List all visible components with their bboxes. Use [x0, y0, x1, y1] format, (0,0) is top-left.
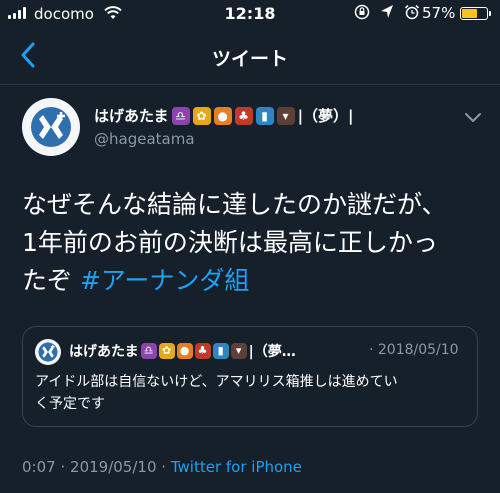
battery-icon — [460, 7, 491, 20]
chevron-down-icon[interactable] — [464, 112, 482, 124]
page-title: ツイート — [211, 48, 288, 70]
lion-icon: ● — [213, 106, 232, 125]
user-handle[interactable]: @hageatama — [94, 130, 195, 148]
tweet-text: なぜそんな結論に達したのか謎だが、 1年前のお前の決断は最高に正しかっ たぞ #… — [22, 186, 482, 300]
signal-bars-icon: ▮ — [255, 106, 274, 125]
tweet-source-link[interactable]: Twitter for iPhone — [171, 458, 302, 476]
display-name-text: はげあたま — [94, 107, 169, 125]
signal-bars-icon: ▮ — [212, 343, 229, 359]
tweet-text-line: なぜそんな結論に達したのか謎だが、 — [22, 190, 447, 219]
quoted-display-name-suffix: |（夢… — [248, 344, 296, 360]
quoted-text-line: アイドル部は自信ないけど、アマリリス箱推しは進めてい — [35, 374, 398, 390]
quoted-date: · 2018/05/10 — [369, 342, 459, 358]
rotation-lock-icon — [354, 4, 370, 20]
cherries-icon: ♣ — [234, 106, 253, 125]
bat-icon: ▾ — [230, 343, 247, 359]
quoted-text-line: く予定です — [35, 396, 105, 412]
display-name[interactable]: はげあたま ♎ ✿ ● ♣ ▮ ▾ |（夢）| — [94, 105, 354, 126]
cherries-icon: ♣ — [194, 343, 211, 359]
avatar-logo-icon — [38, 342, 58, 362]
battery-nub — [489, 11, 491, 16]
tweet-time: 0:07 — [22, 458, 56, 476]
quoted-display-name-text: はげあたま — [69, 344, 139, 360]
quoted-text: アイドル部は自信ないけど、アマリリス箱推しは進めてい く予定です — [35, 371, 465, 415]
sunflower-icon: ✿ — [192, 106, 211, 125]
quoted-tweet-card[interactable]: はげあたま ♎ ✿ ● ♣ ▮ ▾ |（夢… · 2018/05/10 アイドル… — [22, 326, 478, 427]
avatar[interactable] — [22, 98, 80, 156]
tweet-text-line: たぞ #アーナンダ組 — [22, 262, 482, 300]
meta-separator: · — [60, 458, 66, 476]
battery-percent: 57% — [422, 4, 456, 22]
display-name-suffix: |（夢）| — [297, 107, 354, 125]
header-divider — [0, 84, 500, 85]
quoted-display-name: はげあたま ♎ ✿ ● ♣ ▮ ▾ |（夢… — [69, 341, 296, 361]
libra-icon: ♎ — [140, 343, 157, 359]
tweet-meta: 0:07 · 2019/05/10 · Twitter for iPhone — [22, 458, 302, 476]
location-icon — [381, 5, 393, 18]
meta-separator: · — [161, 458, 167, 476]
battery-fill — [462, 9, 477, 18]
sunflower-icon: ✿ — [158, 343, 175, 359]
status-bar: docomo 12:18 57% — [0, 0, 500, 28]
quoted-avatar — [35, 339, 61, 365]
tweet-text-line: 1年前のお前の決断は最高に正しかっ — [22, 228, 438, 257]
tweet-date: 2019/05/10 — [70, 458, 157, 476]
tweet-text-fragment: たぞ — [22, 266, 80, 295]
libra-icon: ♎ — [171, 106, 190, 125]
status-icons — [354, 4, 420, 20]
avatar-logo-icon — [31, 107, 71, 147]
alarm-icon — [404, 4, 420, 20]
bat-icon: ▾ — [276, 106, 295, 125]
hashtag-link[interactable]: #アーナンダ組 — [80, 266, 249, 295]
lion-icon: ● — [176, 343, 193, 359]
